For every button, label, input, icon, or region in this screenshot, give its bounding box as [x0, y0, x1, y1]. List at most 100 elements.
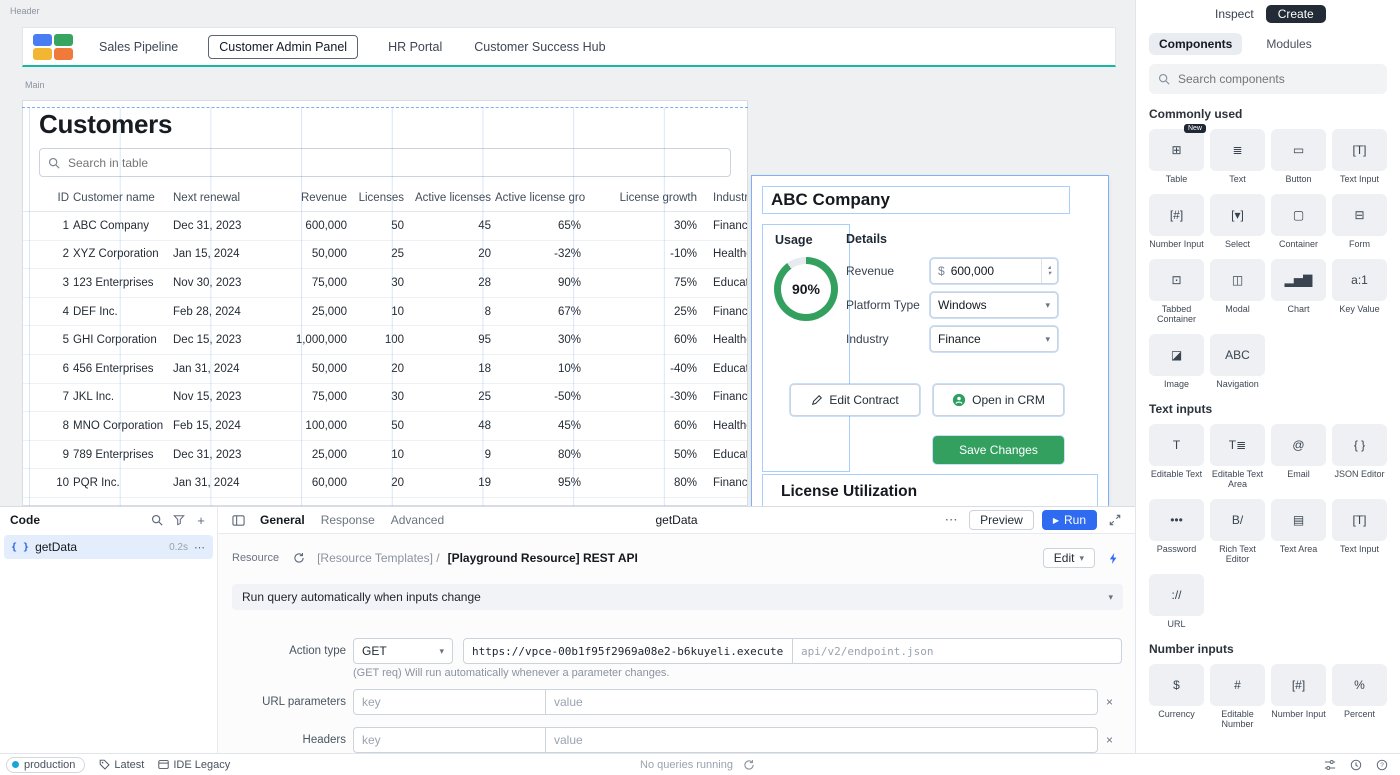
search-icon[interactable] — [147, 510, 167, 530]
component-card-chart[interactable]: ▂▅▇Chart — [1271, 259, 1326, 324]
component-card-json-editor[interactable]: { }JSON Editor — [1332, 424, 1387, 489]
column-header[interactable]: License growth — [585, 192, 701, 204]
run-mode-select[interactable]: Run query automatically when inputs chan… — [232, 584, 1123, 610]
component-card-select[interactable]: [▾]Select — [1210, 194, 1265, 249]
history-icon[interactable] — [1350, 759, 1362, 771]
column-header[interactable]: Active license growth — [495, 192, 585, 204]
component-card-editable-text-area[interactable]: T≣Editable Text Area — [1210, 424, 1265, 489]
more-options-icon[interactable]: ⋯ — [941, 510, 961, 530]
table-row[interactable]: 9789 EnterprisesDec 31, 202325,00010980%… — [23, 441, 747, 470]
component-card-email[interactable]: @Email — [1271, 424, 1326, 489]
refresh-queries-icon[interactable] — [743, 759, 755, 771]
component-card-number-input[interactable]: [#]Number Input — [1149, 194, 1204, 249]
column-header[interactable]: Revenue — [273, 192, 351, 204]
preview-button[interactable]: Preview — [969, 510, 1034, 530]
component-card-form[interactable]: ⊟Form — [1332, 194, 1387, 249]
table-row[interactable]: 10PQR Inc.Jan 31, 202460,000201995%80%Fi… — [23, 469, 747, 498]
component-card-password[interactable]: •••Password — [1149, 499, 1204, 564]
refresh-icon[interactable] — [289, 548, 309, 568]
component-card-container[interactable]: ▢Container — [1271, 194, 1326, 249]
url-param-key-input[interactable] — [353, 689, 546, 715]
filter-icon[interactable] — [169, 510, 189, 530]
edit-contract-button[interactable]: Edit Contract — [790, 384, 920, 416]
detail-panel[interactable]: ABC Company Usage 90% Details Revenue $ … — [752, 176, 1108, 506]
industry-select[interactable]: Finance ▾ — [930, 326, 1058, 352]
debug-tools-icon[interactable] — [1324, 759, 1336, 771]
tab-general[interactable]: General — [260, 513, 305, 527]
environment-selector[interactable]: production — [6, 757, 85, 773]
nav-item-customer-success-hub[interactable]: Customer Success Hub — [472, 35, 607, 59]
query-list-item-getdata[interactable]: { } getData 0.2s ⋯ — [4, 535, 213, 559]
customers-table[interactable]: Customers IDCustomer nameNext renewalRev… — [22, 100, 748, 506]
tab-advanced[interactable]: Advanced — [391, 513, 444, 527]
add-query-icon[interactable]: + — [191, 510, 211, 530]
run-button[interactable]: ▶Run — [1042, 510, 1097, 530]
component-card-modal[interactable]: ◫Modal — [1210, 259, 1265, 324]
table-row[interactable]: 4DEF Inc.Feb 28, 202425,00010867%25%Fina… — [23, 298, 747, 327]
component-card-tabbed-container[interactable]: ⊡Tabbed Container — [1149, 259, 1204, 324]
component-card-url[interactable]: ://URL — [1149, 574, 1204, 629]
table-row[interactable]: 2XYZ CorporationJan 15, 202450,0002520-3… — [23, 241, 747, 270]
tab-modules[interactable]: Modules — [1256, 33, 1321, 55]
component-card-text-input[interactable]: [T]Text Input — [1332, 129, 1387, 184]
platform-select[interactable]: Windows ▾ — [930, 292, 1058, 318]
ide-mode-toggle[interactable]: IDE Legacy — [158, 759, 230, 771]
url-base-input[interactable] — [463, 638, 793, 664]
header-value-input[interactable] — [545, 727, 1098, 753]
column-header[interactable]: Industry — [701, 192, 747, 204]
nav-item-hr-portal[interactable]: HR Portal — [386, 35, 444, 59]
revenue-input[interactable]: $ 600,000 ▴▾ — [930, 258, 1058, 284]
table-search[interactable] — [39, 148, 731, 177]
component-card-key-value[interactable]: a:1Key Value — [1332, 259, 1387, 324]
table-row[interactable]: 11STU CorporationNov 30, 2023700,5003027… — [23, 498, 747, 506]
component-card-text-area[interactable]: ▤Text Area — [1271, 499, 1326, 564]
stepper-icon[interactable]: ▴▾ — [1041, 259, 1057, 283]
lightning-icon[interactable] — [1103, 548, 1123, 568]
open-in-crm-button[interactable]: Open in CRM — [933, 384, 1064, 416]
url-param-value-input[interactable] — [545, 689, 1098, 715]
component-card-navigation[interactable]: ABCNavigation — [1210, 334, 1265, 389]
column-header[interactable]: Licenses — [351, 192, 408, 204]
nav-item-customer-admin-panel[interactable]: Customer Admin Panel — [208, 35, 358, 59]
table-row[interactable]: 8MNO CorporationFeb 15, 2024100,00050484… — [23, 412, 747, 441]
component-card-editable-text[interactable]: TEditable Text — [1149, 424, 1204, 489]
query-menu-icon[interactable]: ⋯ — [194, 541, 206, 554]
collapse-panel-icon[interactable] — [228, 510, 248, 530]
table-search-input[interactable] — [66, 155, 722, 171]
component-card-currency[interactable]: $Currency — [1149, 664, 1204, 729]
inspect-tab[interactable]: Inspect — [1215, 7, 1254, 21]
component-card-text[interactable]: ≣Text — [1210, 129, 1265, 184]
component-card-image[interactable]: ◪Image — [1149, 334, 1204, 389]
header-key-input[interactable] — [353, 727, 546, 753]
edit-resource-button[interactable]: Edit▾ — [1043, 548, 1095, 568]
component-card-table[interactable]: ⊞NewTable — [1149, 129, 1204, 184]
release-selector[interactable]: Latest — [99, 759, 144, 771]
component-card-percent[interactable]: %Percent — [1332, 664, 1387, 729]
tab-response[interactable]: Response — [321, 513, 375, 527]
table-row[interactable]: 7JKL Inc.Nov 15, 202375,0003025-50%-30%F… — [23, 384, 747, 413]
table-row[interactable]: 1ABC CompanyDec 31, 2023600,000504565%30… — [23, 212, 747, 241]
save-changes-button[interactable]: Save Changes — [933, 436, 1064, 464]
component-card-text-input[interactable]: [T]Text Input — [1332, 499, 1387, 564]
component-card-editable-number[interactable]: #Editable Number — [1210, 664, 1265, 729]
table-row[interactable]: 6456 EnterprisesJan 31, 202450,000201810… — [23, 355, 747, 384]
component-search[interactable] — [1149, 64, 1387, 94]
nav-item-sales-pipeline[interactable]: Sales Pipeline — [97, 35, 180, 59]
table-row[interactable]: 5GHI CorporationDec 15, 20231,000,000100… — [23, 326, 747, 355]
url-path-input[interactable] — [792, 638, 1122, 664]
tab-components[interactable]: Components — [1149, 33, 1242, 55]
remove-header-icon[interactable]: × — [1106, 733, 1113, 747]
create-tab[interactable]: Create — [1266, 5, 1326, 23]
component-card-button[interactable]: ▭Button — [1271, 129, 1326, 184]
column-header[interactable]: ID — [39, 192, 73, 204]
help-icon[interactable]: ? — [1376, 759, 1388, 771]
component-card-number-input[interactable]: [#]Number Input — [1271, 664, 1326, 729]
table-row[interactable]: 3123 EnterprisesNov 30, 202375,000302890… — [23, 269, 747, 298]
column-header[interactable]: Active licenses — [408, 192, 495, 204]
component-card-rich-text-editor[interactable]: B/Rich Text Editor — [1210, 499, 1265, 564]
column-header[interactable]: Customer name — [73, 192, 173, 204]
action-type-select[interactable]: GET ▾ — [353, 638, 453, 664]
expand-editor-icon[interactable] — [1105, 510, 1125, 530]
remove-param-icon[interactable]: × — [1106, 695, 1113, 709]
column-header[interactable]: Next renewal — [173, 192, 273, 204]
